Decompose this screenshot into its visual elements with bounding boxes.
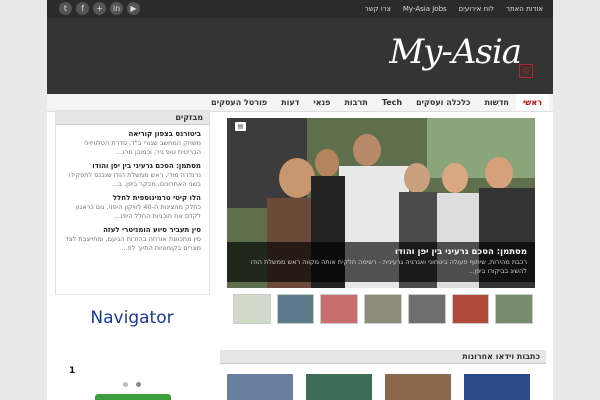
- list-item-title[interactable]: הלו קיטי טרמינוספית לחלל: [62, 193, 201, 203]
- list-item[interactable]: ביטורנס בצפון קוריאה משחק המחשב שגורי ב"…: [56, 125, 209, 157]
- thumbnail[interactable]: [233, 294, 271, 324]
- green-button[interactable]: [95, 394, 171, 400]
- latest-videos: [227, 374, 530, 400]
- video-thumbnail[interactable]: [385, 374, 451, 400]
- gallery-icon[interactable]: ▤: [235, 122, 246, 131]
- list-item[interactable]: הלו קיטי טרמינוספית לחלל כחלק מהצינות ה-…: [56, 189, 209, 221]
- top-link-events[interactable]: לוח אירועים: [459, 3, 494, 15]
- top-link-jobs[interactable]: My-Asia Jobs: [403, 3, 447, 15]
- top-bar: t f + in ▶ אודות האתר לוח אירועים My-Asi…: [47, 0, 553, 18]
- navigator-banner[interactable]: Navigator: [57, 308, 207, 328]
- list-item[interactable]: סין תעביר סיוע הומניטרי לעזה סין מתכוונת…: [56, 221, 209, 253]
- social-icons: t f + in ▶: [59, 2, 140, 15]
- thumbnail[interactable]: [320, 294, 359, 324]
- featured-caption: מסתמן: הסכם גרעיני בין יפן והודו רכבת מה…: [227, 242, 535, 282]
- featured-title[interactable]: מסתמן: הסכם גרעיני בין יפן והודו: [235, 246, 527, 258]
- top-link-about[interactable]: אודות האתר: [506, 3, 543, 15]
- logo-stamp-icon: 亞: [519, 64, 533, 78]
- latest-videos-title: כתבות וידאו אחרונות: [220, 350, 546, 364]
- nav-item-opinions[interactable]: דעות: [274, 94, 306, 111]
- nav-item-leisure[interactable]: פנאי: [306, 94, 337, 111]
- poll-number: 1: [69, 366, 76, 376]
- list-item-desc: כחלק מהצינות ה-40 לוויקון היפני, נום כרא…: [76, 203, 201, 220]
- plus-icon[interactable]: +: [93, 2, 106, 15]
- youtube-icon[interactable]: ▶: [127, 2, 140, 15]
- thumbnail[interactable]: [407, 294, 446, 324]
- nav-item-business-portal[interactable]: פורטל העסקים: [204, 94, 274, 111]
- top-link-contact[interactable]: צרו קשר: [365, 3, 391, 15]
- thumbnail[interactable]: [276, 294, 315, 324]
- facebook-icon[interactable]: f: [76, 2, 89, 15]
- slider-dots: [123, 382, 141, 387]
- list-item-title[interactable]: מסתמן: הסכם גרעיני בין יפן והודו: [62, 161, 201, 171]
- featured-desc: רכבת מהירות, שיתוף פעולה ביטחוני ואנרגיה…: [250, 258, 527, 275]
- site-logo[interactable]: My-Asia: [389, 32, 522, 72]
- flash-news-title: מבזקים: [56, 111, 209, 125]
- list-item-desc: משחק המחשב שגורי ב"ד, סדרת הטלוויזיה הבר…: [84, 139, 201, 156]
- top-links: אודות האתר לוח אירועים My-Asia Jobs צרו …: [365, 3, 543, 15]
- thumbnail[interactable]: [451, 294, 490, 324]
- slider-dot[interactable]: [123, 382, 128, 387]
- thumbnail[interactable]: [364, 294, 402, 324]
- list-item-desc: סין מתכוונת אורחה בהזרות הגיעם, ומתייצבת…: [65, 235, 201, 252]
- nav-item-culture[interactable]: תרבות: [337, 94, 374, 111]
- video-thumbnail[interactable]: [464, 374, 530, 400]
- list-item[interactable]: מסתמן: הסכם גרעיני בין יפן והודו נרנדרה …: [56, 157, 209, 189]
- nav-item-news[interactable]: חדשות: [477, 94, 515, 111]
- list-item-title[interactable]: ביטורנס בצפון קוריאה: [62, 129, 202, 139]
- nav-item-tech[interactable]: Tech: [375, 94, 409, 111]
- video-thumbnail[interactable]: [306, 374, 372, 400]
- nav-item-economy[interactable]: כלכלה ועסקים: [409, 94, 477, 111]
- featured-thumbnails: [233, 294, 534, 324]
- nav-item-home[interactable]: ראשי: [515, 94, 549, 111]
- featured-story[interactable]: ▤ מסתמן: הסכם גרעיני בין יפן והודו רכבת …: [227, 118, 535, 288]
- list-item-desc: נרנדרה מודי, ראש ממשלת הודו שנכנס לתפקיד…: [68, 171, 201, 188]
- page: t f + in ▶ אודות האתר לוח אירועים My-Asi…: [47, 0, 553, 400]
- linkedin-icon[interactable]: in: [110, 2, 123, 15]
- twitter-icon[interactable]: t: [59, 2, 72, 15]
- slider-dot[interactable]: [136, 382, 141, 387]
- list-item-title[interactable]: סין תעביר סיוע הומניטרי לעזה: [62, 225, 201, 235]
- site-header: My-Asia 亞: [47, 18, 553, 94]
- thumbnail[interactable]: [495, 294, 534, 324]
- video-thumbnail[interactable]: [227, 374, 293, 400]
- flash-news-widget: מבזקים ביטורנס בצפון קוריאה משחק המחשב ש…: [55, 110, 210, 295]
